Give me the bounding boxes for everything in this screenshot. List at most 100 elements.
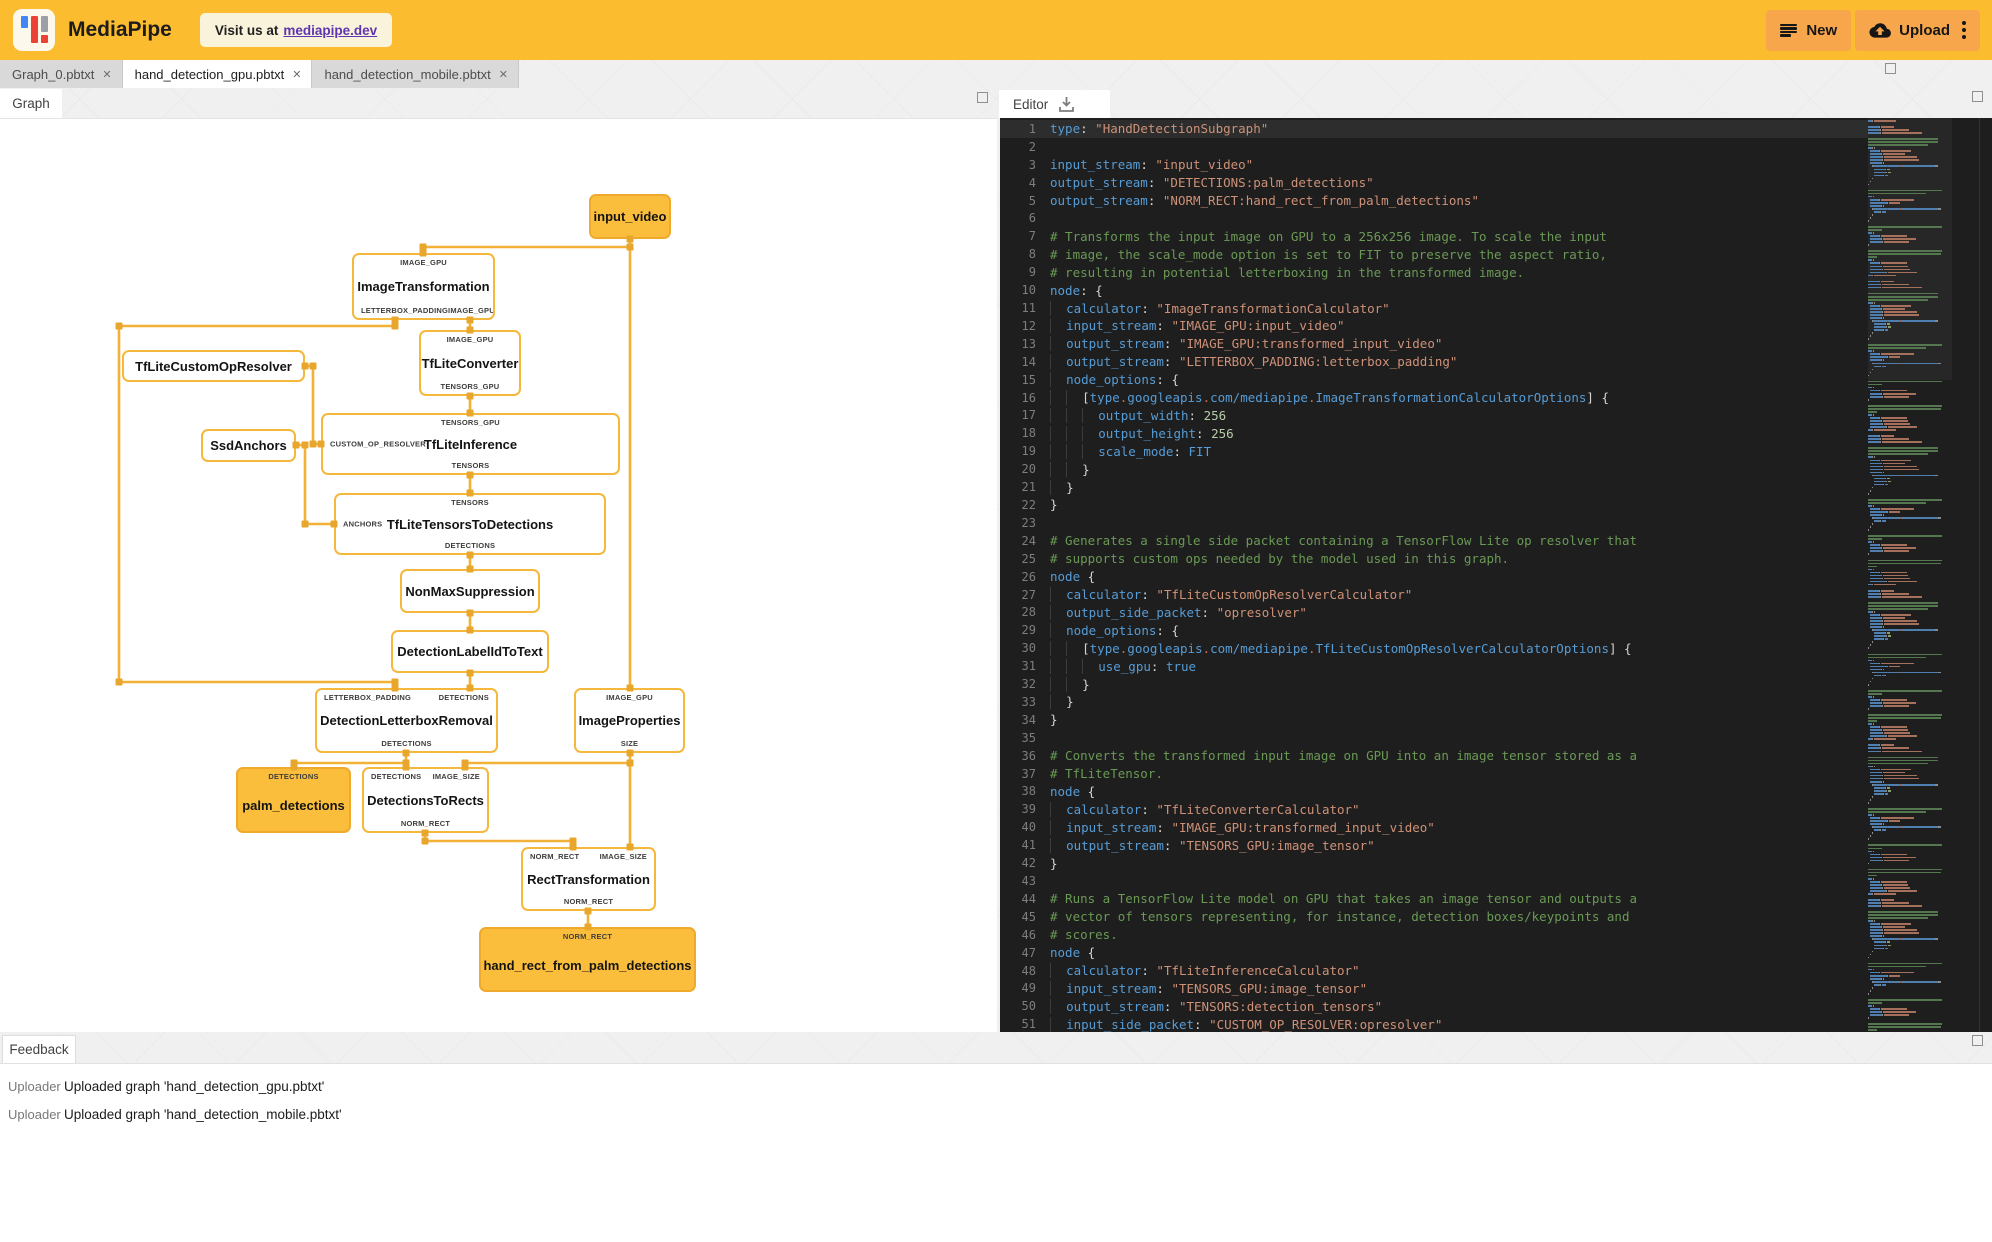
line-number: 38	[1021, 784, 1036, 799]
code-line-10: 10 node: {	[1000, 281, 1868, 299]
calculator-node-DetectionLetterboxRemoval[interactable]: LETTERBOX_PADDING DETECTIONS DetectionLett…	[315, 688, 498, 753]
node-title: palm_detections	[242, 798, 345, 814]
node-title: TfLiteCustomOpResolver	[135, 358, 292, 374]
new-graph-icon	[1780, 23, 1798, 37]
mediapipe-visualizer: MediaPipe Visit us at mediapipe.dev New …	[0, 0, 1992, 1242]
code-line-43: 43	[1000, 872, 1868, 890]
line-number: 7	[1028, 229, 1036, 244]
line-number: 6	[1028, 211, 1036, 226]
code-line-24: 24 # Generates a single side packet conta…	[1000, 532, 1868, 550]
port-label-tensors: TENSORS	[451, 498, 489, 507]
port-label-image_gpu: IMAGE_GPU	[448, 305, 495, 315]
close-tab-icon[interactable]: ✕	[292, 68, 301, 81]
code-line-44: 44 # Runs a TensorFlow Lite model on GPU …	[1000, 890, 1868, 908]
code-line-51: 51 input_side_packet: "CUSTOM_OP_RESOLVE…	[1000, 1015, 1868, 1032]
file-tab-hand_detection_gpu.pbtxt[interactable]: hand_detection_gpu.pbtxt ✕	[122, 60, 313, 88]
code-line-22: 22}	[1000, 496, 1868, 514]
port-label-letterbox_padding: LETTERBOX_PADDING	[324, 693, 412, 702]
code-line-28: 28 output_side_packet: "opresolver"	[1000, 603, 1868, 621]
code-line-17: 17 output_width: 256	[1000, 407, 1868, 425]
visit-text: Visit us at	[214, 22, 279, 38]
calculator-node-ImageTransformation[interactable]: IMAGE_GPU ImageTransformation LETTERBOX_PA…	[352, 253, 495, 320]
tab-editor[interactable]: Editor	[999, 90, 1110, 118]
calculator-node-SsdAnchors[interactable]: SsdAnchors	[201, 429, 296, 462]
code-line-31: 31 use_gpu: true	[1000, 657, 1868, 675]
editor-expand-icon[interactable]	[1972, 91, 1983, 102]
graph-canvas[interactable]: input_video IMAGE_GPU ImageTransformation L…	[0, 118, 997, 1032]
line-number: 35	[1021, 730, 1036, 745]
tab-graph[interactable]: Graph	[0, 89, 62, 118]
port-label-tensors_gpu: TENSORS_GPU	[441, 418, 500, 427]
code-line-41: 41 output_stream: "TENSORS_GPU:image_ten…	[1000, 836, 1868, 854]
feedback-entry: Uploader Uploaded graph 'hand_detection_m…	[8, 1100, 1992, 1128]
code-line-18: 18 output_height: 256	[1000, 424, 1868, 442]
line-number: 31	[1021, 659, 1036, 674]
line-number: 45	[1021, 909, 1036, 924]
calculator-node-TfLiteInference[interactable]: TENSORS_GPU TfLiteInference TENSORS CUSTOM_…	[321, 413, 620, 475]
calculator-node-NonMaxSuppression[interactable]: NonMaxSuppression	[400, 569, 540, 613]
stream-node-input_video[interactable]: input_video	[589, 194, 671, 239]
port-label-image_gpu: IMAGE_GPU	[446, 335, 494, 344]
line-number: 15	[1021, 372, 1036, 387]
editor-scrollbar[interactable]	[1979, 118, 1980, 1032]
line-number: 49	[1021, 981, 1036, 996]
calculator-node-TfLiteConverter[interactable]: IMAGE_GPU TfLiteConverter TENSORS_GPU	[419, 330, 521, 396]
feedback-expand-icon[interactable]	[1972, 1035, 1983, 1046]
code-line-23: 23	[1000, 514, 1868, 532]
line-number: 43	[1021, 874, 1036, 889]
stream-node-hand_rect_from_palm_detections[interactable]: NORM_RECT hand_rect_from_palm_detections	[479, 927, 696, 992]
app-header: MediaPipe Visit us at mediapipe.dev New …	[0, 0, 1992, 60]
calculator-node-TfLiteTensorsToDetections[interactable]: TENSORS TfLiteTensorsToDetections DETECTIO…	[334, 493, 606, 555]
stream-node-palm_detections[interactable]: DETECTIONS palm_detections	[236, 767, 351, 833]
calculator-node-DetectionsToRects[interactable]: DETECTIONS IMAGE_SIZE DetectionsToRects NOR…	[362, 767, 489, 833]
file-tab-hand_detection_mobile.pbtxt[interactable]: hand_detection_mobile.pbtxt ✕	[312, 60, 519, 88]
line-number: 21	[1021, 480, 1036, 495]
port-label-detections: DETECTIONS	[268, 772, 319, 781]
mediapipe-dev-link[interactable]: mediapipe.dev	[283, 23, 377, 38]
close-tab-icon[interactable]: ✕	[499, 68, 508, 81]
code-line-33: 33 }	[1000, 693, 1868, 711]
code-line-49: 49 input_stream: "TENSORS_GPU:image_tens…	[1000, 980, 1868, 998]
code-line-5: 5 output_stream: "NORM_RECT:hand_rect_fro…	[1000, 192, 1868, 210]
code-line-7: 7 # Transforms the input image on GPU to …	[1000, 227, 1868, 245]
new-button[interactable]: New	[1766, 9, 1852, 51]
calculator-node-ImageProperties[interactable]: IMAGE_GPU ImageProperties SIZE	[574, 688, 685, 753]
calculator-node-RectTransformation[interactable]: NORM_RECT IMAGE_SIZE RectTransformation NOR…	[521, 847, 656, 911]
code-editor[interactable]: 1 type: "HandDetectionSubgraph" 2 3 input_st…	[1000, 118, 1992, 1032]
tabbar-expand-icon[interactable]	[1885, 63, 1896, 74]
line-number: 32	[1021, 677, 1036, 692]
code-line-45: 45 # vector of tensors representing, for …	[1000, 908, 1868, 926]
code-line-6: 6	[1000, 210, 1868, 228]
code-line-39: 39 calculator: "TfLiteConverterCalculato…	[1000, 800, 1868, 818]
graph-expand-icon[interactable]	[977, 92, 988, 103]
minimap[interactable]	[1868, 118, 1952, 1032]
calculator-node-TfLiteCustomOpResolver[interactable]: TfLiteCustomOpResolver	[122, 350, 305, 382]
port-label-norm_rect: NORM_RECT	[563, 896, 614, 906]
line-number: 41	[1021, 838, 1036, 853]
close-tab-icon[interactable]: ✕	[102, 68, 111, 81]
node-title: ImageTransformation	[357, 279, 490, 294]
code-line-14: 14 output_stream: "LETTERBOX_PADDING:let…	[1000, 353, 1868, 371]
line-number: 39	[1021, 802, 1036, 817]
upload-button[interactable]: Upload	[1855, 9, 1980, 51]
code-line-50: 50 output_stream: "TENSORS:detection_ten…	[1000, 997, 1868, 1015]
download-icon[interactable]	[1058, 96, 1075, 113]
line-number: 27	[1021, 587, 1036, 602]
line-number: 16	[1021, 390, 1036, 405]
calculator-node-DetectionLabelIdToText[interactable]: DetectionLabelIdToText	[391, 630, 549, 673]
file-tab-label: Graph_0.pbtxt	[12, 66, 95, 82]
feedback-message: Uploaded graph 'hand_detection_gpu.pbtxt…	[64, 1078, 325, 1094]
code-line-35: 35	[1000, 729, 1868, 747]
line-number: 33	[1021, 694, 1036, 709]
code-line-3: 3 input_stream: "input_video"	[1000, 156, 1868, 174]
file-tab-Graph_0.pbtxt[interactable]: Graph_0.pbtxt ✕	[0, 60, 123, 88]
tab-feedback[interactable]: Feedback	[2, 1035, 76, 1063]
line-number: 23	[1021, 515, 1036, 530]
code-line-16: 16 [type.googleapis.com/mediapipe.ImageT…	[1000, 389, 1868, 407]
upload-menu-kebab-icon[interactable]	[1962, 20, 1966, 41]
port-label-anchors: ANCHORS	[343, 519, 383, 529]
line-number: 29	[1021, 623, 1036, 638]
line-number: 46	[1021, 927, 1036, 942]
code-line-12: 12 input_stream: "IMAGE_GPU:input_video"	[1000, 317, 1868, 335]
port-label-letterbox_padding: LETTERBOX_PADDING	[361, 305, 449, 315]
